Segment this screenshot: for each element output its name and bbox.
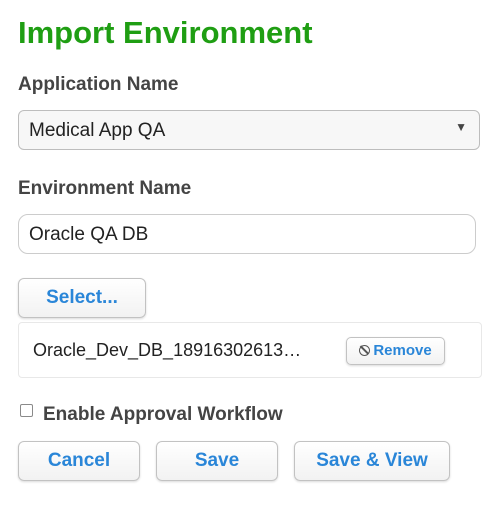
application-name-label: Application Name — [18, 74, 179, 95]
application-name-value: Medical App QA — [29, 120, 166, 141]
save-button[interactable]: Save — [156, 441, 278, 481]
enable-approval-label[interactable]: Enable Approval Workflow — [43, 404, 283, 426]
environment-name-input[interactable]: Oracle QA DB — [18, 214, 476, 254]
save-and-view-button[interactable]: Save & View — [294, 441, 450, 481]
application-name-select[interactable]: Medical App QA ▼ — [18, 110, 480, 150]
ban-icon — [359, 344, 371, 356]
triangle-down-icon: ▼ — [455, 120, 467, 134]
environment-name-value: Oracle QA DB — [29, 224, 149, 245]
environment-name-label: Environment Name — [18, 178, 192, 199]
cancel-button[interactable]: Cancel — [18, 441, 140, 481]
selected-file-name: Oracle_Dev_DB_18916302613… — [33, 340, 302, 360]
remove-label: Remove — [373, 342, 432, 359]
enable-approval-checkbox[interactable] — [20, 404, 33, 417]
remove-file-button[interactable]: Remove — [346, 337, 445, 365]
page-title: Import Environment — [18, 15, 313, 50]
select-file-button[interactable]: Select... — [18, 278, 146, 318]
